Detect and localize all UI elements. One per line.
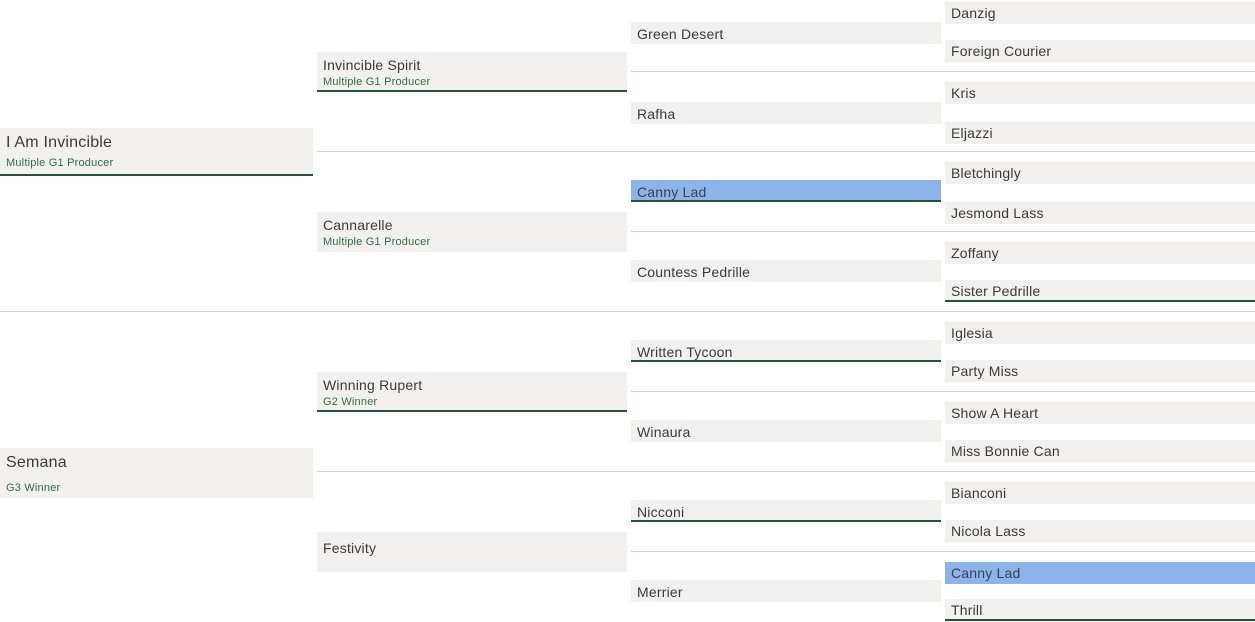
separator-line: [631, 231, 1255, 232]
horse-name[interactable]: Eljazzi: [951, 125, 993, 141]
horse-name[interactable]: Nicconi: [637, 504, 684, 520]
horse-name[interactable]: Miss Bonnie Can: [951, 443, 1060, 459]
horse-name[interactable]: Kris: [951, 85, 976, 101]
pedigree-cell-gen4[interactable]: Iglesia: [945, 322, 1255, 344]
horse-name[interactable]: Semana: [6, 454, 67, 472]
horse-name[interactable]: Written Tycoon: [637, 344, 733, 360]
pedigree-cell-gen4[interactable]: Kris: [945, 82, 1255, 104]
horse-name[interactable]: Green Desert: [637, 26, 723, 42]
pedigree-cell-gen4[interactable]: Bianconi: [945, 482, 1255, 504]
horse-note: Multiple G1 Producer: [6, 157, 114, 169]
pedigree-cell-sire[interactable]: I Am Invincible Multiple G1 Producer: [0, 128, 313, 176]
horse-note: Multiple G1 Producer: [323, 76, 431, 88]
pedigree-cell-gen4[interactable]: Foreign Courier: [945, 40, 1255, 62]
pedigree-cell-gen4[interactable]: Zoffany: [945, 242, 1255, 264]
horse-name[interactable]: Show A Heart: [951, 405, 1038, 421]
separator-line: [631, 71, 1255, 72]
horse-name[interactable]: Nicola Lass: [951, 523, 1026, 539]
horse-name[interactable]: Festivity: [323, 540, 376, 556]
pedigree-cell-gen2[interactable]: Winning Rupert G2 Winner: [317, 372, 627, 412]
horse-name[interactable]: Danzig: [951, 5, 996, 21]
pedigree-cell-dam[interactable]: Semana G3 Winner: [0, 448, 313, 498]
pedigree-cell-gen4[interactable]: Sister Pedrille: [945, 280, 1255, 302]
horse-name[interactable]: Invincible Spirit: [323, 57, 421, 73]
pedigree-cell-gen4[interactable]: Nicola Lass: [945, 520, 1255, 542]
pedigree-cell-gen3[interactable]: Merrier: [631, 580, 941, 602]
horse-name[interactable]: Foreign Courier: [951, 43, 1051, 59]
pedigree-cell-gen4[interactable]: Miss Bonnie Can: [945, 440, 1255, 462]
horse-name[interactable]: Sister Pedrille: [951, 283, 1040, 299]
pedigree-cell-gen4[interactable]: Danzig: [945, 2, 1255, 24]
horse-name[interactable]: Canny Lad: [637, 184, 707, 200]
separator-line: [0, 311, 1255, 312]
pedigree-cell-gen4[interactable]: Jesmond Lass: [945, 202, 1255, 224]
pedigree-cell-gen4[interactable]: Party Miss: [945, 360, 1255, 382]
separator-line: [317, 151, 1255, 152]
horse-name[interactable]: Party Miss: [951, 363, 1018, 379]
horse-name[interactable]: Countess Pedrille: [637, 264, 750, 280]
horse-note: G2 Winner: [323, 396, 378, 408]
horse-name[interactable]: Merrier: [637, 584, 683, 600]
pedigree-cell-gen4-highlighted[interactable]: Canny Lad: [945, 562, 1255, 584]
pedigree-cell-gen3[interactable]: Countess Pedrille: [631, 260, 941, 282]
horse-name[interactable]: Rafha: [637, 106, 675, 122]
pedigree-cell-gen4[interactable]: Show A Heart: [945, 402, 1255, 424]
horse-name[interactable]: Iglesia: [951, 325, 993, 341]
pedigree-cell-gen4[interactable]: Eljazzi: [945, 122, 1255, 144]
horse-name[interactable]: Zoffany: [951, 245, 999, 261]
pedigree-cell-gen2[interactable]: Festivity: [317, 532, 627, 572]
pedigree-cell-gen4[interactable]: Thrill: [945, 599, 1255, 621]
horse-name[interactable]: Bletchingly: [951, 165, 1021, 181]
horse-note: Multiple G1 Producer: [323, 236, 431, 248]
horse-name[interactable]: Cannarelle: [323, 217, 393, 233]
pedigree-cell-gen2[interactable]: Cannarelle Multiple G1 Producer: [317, 212, 627, 252]
pedigree-cell-gen3[interactable]: Rafha: [631, 102, 941, 124]
pedigree-cell-gen3-highlighted[interactable]: Canny Lad: [631, 180, 941, 202]
horse-name[interactable]: Jesmond Lass: [951, 205, 1044, 221]
horse-name[interactable]: Canny Lad: [951, 565, 1021, 581]
horse-name[interactable]: Bianconi: [951, 485, 1006, 501]
separator-line: [631, 551, 1255, 552]
horse-note: G3 Winner: [6, 482, 61, 494]
pedigree-cell-gen3[interactable]: Winaura: [631, 420, 941, 442]
pedigree-cell-gen2[interactable]: Invincible Spirit Multiple G1 Producer: [317, 52, 627, 92]
horse-name[interactable]: I Am Invincible: [6, 134, 112, 152]
pedigree-cell-gen3[interactable]: Nicconi: [631, 500, 941, 522]
pedigree-cell-gen4[interactable]: Bletchingly: [945, 162, 1255, 184]
separator-line: [317, 471, 1255, 472]
pedigree-cell-gen3[interactable]: Green Desert: [631, 22, 941, 44]
horse-name[interactable]: Winning Rupert: [323, 377, 422, 393]
horse-name[interactable]: Thrill: [951, 602, 983, 618]
horse-name[interactable]: Winaura: [637, 424, 691, 440]
separator-line: [631, 391, 1255, 392]
pedigree-cell-gen3[interactable]: Written Tycoon: [631, 340, 941, 362]
